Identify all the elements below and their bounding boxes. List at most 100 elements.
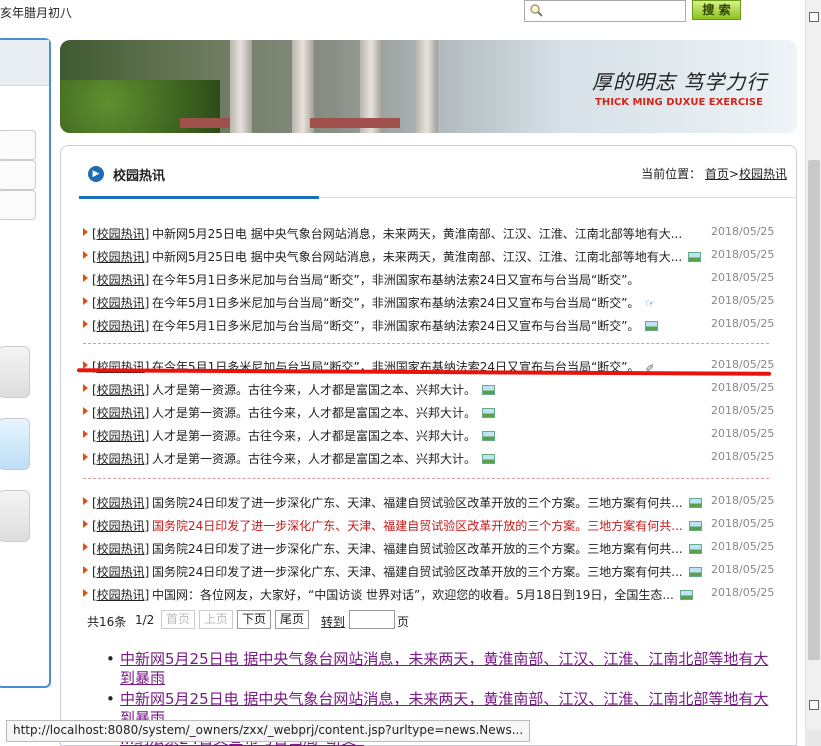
news-item[interactable]: [校园热讯] 中新网5月25日电 据中央气象台网站消息，未来两天，黄淮南部、江汉、… — [83, 246, 774, 266]
news-title-link[interactable]: 在今年5月1日多米尼加与台当局“断交”，非洲国家布基纳法索24日又宣布与台当局“… — [152, 271, 639, 288]
news-item[interactable]: [校园热讯] 国务院24日印发了进一步深化广东、天津、福建自贸试验区改革开放的三个… — [83, 492, 775, 512]
image-icon — [645, 321, 659, 331]
news-category-link[interactable]: [校园热讯] — [92, 517, 149, 534]
news-title-link[interactable]: 在今年5月1日多米尼加与台当局“断交”，非洲国家布基纳法索24日又宣布与台当局“… — [152, 294, 661, 311]
news-title-text[interactable]: 国务院24日印发了进一步深化广东、天津、福建自贸试验区改革开放的三个方案。三地方… — [152, 496, 683, 510]
news-title-link[interactable]: 国务院24日印发了进一步深化广东、天津、福建自贸试验区改革开放的三个方案。三地方… — [152, 563, 702, 580]
news-title-text[interactable]: 国务院24日印发了进一步深化广东、天津、福建自贸试验区改革开放的三个方案。三地方… — [152, 542, 683, 556]
related-link[interactable]: 中新网5月25日电 据中央气象台网站消息，未来两天，黄淮南部、江汉、江淮、江南北… — [106, 650, 781, 688]
news-title-link[interactable]: 人才是第一资源。古往今来，人才都是富国之本、兴邦大计。 — [152, 404, 496, 421]
news-title-link[interactable]: 在今年5月1日多米尼加与台当局“断交”，非洲国家布基纳法索24日又宣布与台当局“… — [152, 317, 659, 334]
news-title-text[interactable]: 人才是第一资源。古往今来，人才都是富国之本、兴邦大计。 — [152, 429, 476, 443]
image-icon — [688, 498, 702, 508]
news-category-link[interactable]: [校园热讯] — [92, 225, 149, 242]
news-title-link[interactable]: 国务院24日印发了进一步深化广东、天津、福建自贸试验区改革开放的三个方案。三地方… — [152, 540, 702, 557]
banner-pillar — [416, 40, 438, 133]
search-input[interactable] — [524, 0, 686, 22]
news-title-text[interactable]: 中国网：各位网友，大家好，“中国访谈 世界对话”，欢迎您的收看。5月18日到19… — [152, 588, 674, 602]
news-category-link[interactable]: [校园热讯] — [92, 381, 149, 398]
breadcrumb-home-link[interactable]: 首页 — [705, 167, 729, 181]
news-title-link[interactable]: 中新网5月25日电 据中央气象台网站消息，未来两天，黄淮南部、江汉、江淮、江南北… — [152, 248, 702, 265]
news-category-link[interactable]: [校园热讯] — [92, 494, 149, 511]
news-item[interactable]: [校园热讯] 人才是第一资源。古往今来，人才都是富国之本、兴邦大计。 2018/05… — [83, 448, 774, 468]
news-title-link[interactable]: 人才是第一资源。古往今来，人才都是富国之本、兴邦大计。 — [152, 381, 496, 398]
bullet-arrow-icon — [83, 543, 88, 551]
hand-pointer-icon: ☞ — [645, 297, 656, 310]
news-category-link[interactable]: [校园热讯] — [92, 404, 149, 421]
pager-last-button[interactable]: 尾页 — [275, 610, 309, 629]
bullet-arrow-icon — [83, 297, 88, 305]
news-category-link[interactable]: [校园热讯] — [92, 586, 149, 603]
news-item[interactable]: [校园热讯] 中新网5月25日电 据中央气象台网站消息，未来两天，黄淮南部、江汉、… — [83, 223, 774, 243]
news-item[interactable]: [校园热讯] 人才是第一资源。古往今来，人才都是富国之本、兴邦大计。 2018/05… — [83, 402, 774, 422]
news-date: 2018/05/25 — [711, 381, 775, 394]
pager-goto-label[interactable]: 转到 — [321, 613, 345, 630]
sidebar-tab[interactable] — [0, 160, 36, 190]
news-category-link[interactable]: [校园热讯] — [92, 317, 149, 334]
pager-prev-button[interactable]: 上页 — [199, 610, 233, 629]
pager-next-button[interactable]: 下页 — [237, 610, 271, 629]
news-category-link[interactable]: [校园热讯] — [92, 540, 149, 557]
search-button[interactable]: 搜 索 — [692, 0, 741, 20]
news-title-text[interactable]: 人才是第一资源。古往今来，人才都是富国之本、兴邦大计。 — [152, 383, 476, 397]
sidebar-system-card[interactable] — [0, 418, 30, 470]
vertical-scrollbar[interactable] — [805, 0, 821, 746]
sidebar-tab[interactable] — [0, 190, 36, 220]
breadcrumb-current-link[interactable]: 校园热讯 — [739, 167, 787, 181]
sidebar-card[interactable] — [0, 346, 30, 398]
news-title-text[interactable]: 国务院24日印发了进一步深化广东、天津、福建自贸试验区改革开放的三个方案。三地方… — [152, 565, 683, 579]
scroll-down-button[interactable] — [809, 700, 819, 710]
news-title-text[interactable]: 人才是第一资源。古往今来，人才都是富国之本、兴邦大计。 — [152, 406, 476, 420]
news-item[interactable]: [校园热讯] 在今年5月1日多米尼加与台当局“断交”，非洲国家布基纳法索24日又宣… — [83, 315, 774, 335]
news-category-link[interactable]: [校园热讯] — [92, 294, 149, 311]
news-title-text[interactable]: 人才是第一资源。古往今来，人才都是富国之本、兴邦大计。 — [152, 452, 476, 466]
status-bar-url: http://localhost:8080/system/_owners/zxx… — [6, 720, 531, 742]
scroll-thumb[interactable] — [808, 160, 820, 660]
news-title-link[interactable]: 中国网：各位网友，大家好，“中国访谈 世界对话”，欢迎您的收看。5月18日到19… — [152, 586, 693, 603]
campus-banner: 厚的明志 笃学力行 THICK MING DUXUE EXERCISE — [60, 40, 797, 133]
news-date: 2018/05/25 — [711, 540, 775, 553]
news-date: 2018/05/25 — [711, 494, 775, 507]
bullet-arrow-icon — [83, 566, 88, 574]
news-item[interactable]: [校园热讯] 国务院24日印发了进一步深化广东、天津、福建自贸试验区改革开放的三个… — [83, 515, 774, 535]
breadcrumb: 当前位置： 首页>校园热讯 — [641, 165, 787, 182]
news-item[interactable]: [校园热讯] 人才是第一资源。古往今来，人才都是富国之本、兴邦大计。 2018/05… — [83, 379, 775, 399]
banner-bench — [180, 118, 230, 128]
news-title-text[interactable]: 中新网5月25日电 据中央气象台网站消息，未来两天，黄淮南部、江汉、江淮、江南北… — [152, 250, 682, 264]
news-category-link[interactable]: [校园热讯] — [92, 450, 149, 467]
news-category-link[interactable]: [校园热讯] — [92, 271, 149, 288]
image-icon — [482, 385, 496, 395]
sidebar-card[interactable] — [0, 490, 30, 542]
news-item[interactable]: [校园热讯] 在今年5月1日多米尼加与台当局“断交”，非洲国家布基纳法索24日又宣… — [83, 269, 774, 289]
banner-bench — [310, 118, 400, 128]
news-title-text[interactable]: 在今年5月1日多米尼加与台当局“断交”，非洲国家布基纳法索24日又宣布与台当局“… — [152, 296, 639, 310]
news-item[interactable]: [校园热讯] 在今年5月1日多米尼加与台当局“断交”，非洲国家布基纳法索24日又宣… — [83, 292, 774, 312]
pager-first-button[interactable]: 首页 — [161, 610, 195, 629]
sidebar-header — [0, 40, 49, 86]
news-item[interactable]: [校园热讯] 人才是第一资源。古往今来，人才都是富国之本、兴邦大计。 2018/05… — [83, 425, 775, 445]
news-item[interactable]: [校园热讯] 国务院24日印发了进一步深化广东、天津、福建自贸试验区改革开放的三个… — [83, 538, 775, 558]
image-icon — [688, 252, 702, 262]
bullet-arrow-icon — [83, 520, 88, 528]
scroll-up-button[interactable] — [809, 12, 819, 22]
news-category-link[interactable]: [校园热讯] — [92, 248, 149, 265]
news-title-link[interactable]: 人才是第一资源。古往今来，人才都是富国之本、兴邦大计。 — [152, 427, 496, 444]
news-item[interactable]: [校园热讯] 国务院24日印发了进一步深化广东、天津、福建自贸试验区改革开放的三个… — [83, 561, 774, 581]
news-title-text[interactable]: 在今年5月1日多米尼加与台当局“断交”，非洲国家布基纳法索24日又宣布与台当局“… — [152, 273, 639, 287]
breadcrumb-separator: > — [728, 167, 739, 181]
news-title-text[interactable]: 国务院24日印发了进一步深化广东、天津、福建自贸试验区改革开放的三个方案。三地方… — [152, 519, 683, 533]
news-item[interactable]: [校园热讯] 中国网：各位网友，大家好，“中国访谈 世界对话”，欢迎您的收看。5月… — [83, 584, 774, 604]
news-category-link[interactable]: [校园热讯] — [92, 427, 149, 444]
news-title-link[interactable]: 中新网5月25日电 据中央气象台网站消息，未来两天，黄淮南部、江汉、江淮、江南北… — [152, 225, 682, 242]
news-category-link[interactable]: [校园热讯] — [92, 563, 149, 580]
news-title-link[interactable]: 人才是第一资源。古往今来，人才都是富国之本、兴邦大计。 — [152, 450, 496, 467]
news-title-text[interactable]: 在今年5月1日多米尼加与台当局“断交”，非洲国家布基纳法索24日又宣布与台当局“… — [152, 319, 639, 333]
news-title-link[interactable]: 国务院24日印发了进一步深化广东、天津、福建自贸试验区改革开放的三个方案。三地方… — [152, 517, 702, 534]
group-divider — [83, 343, 769, 344]
pager-goto-input[interactable] — [349, 610, 395, 629]
news-title-link[interactable]: 国务院24日印发了进一步深化广东、天津、福建自贸试验区改革开放的三个方案。三地方… — [152, 494, 702, 511]
news-title-text[interactable]: 中新网5月25日电 据中央气象台网站消息，未来两天，黄淮南部、江汉、江淮、江南北… — [152, 227, 682, 241]
search-icon — [530, 4, 543, 17]
sidebar-tab[interactable] — [0, 130, 36, 160]
news-date: 2018/05/25 — [711, 427, 775, 440]
